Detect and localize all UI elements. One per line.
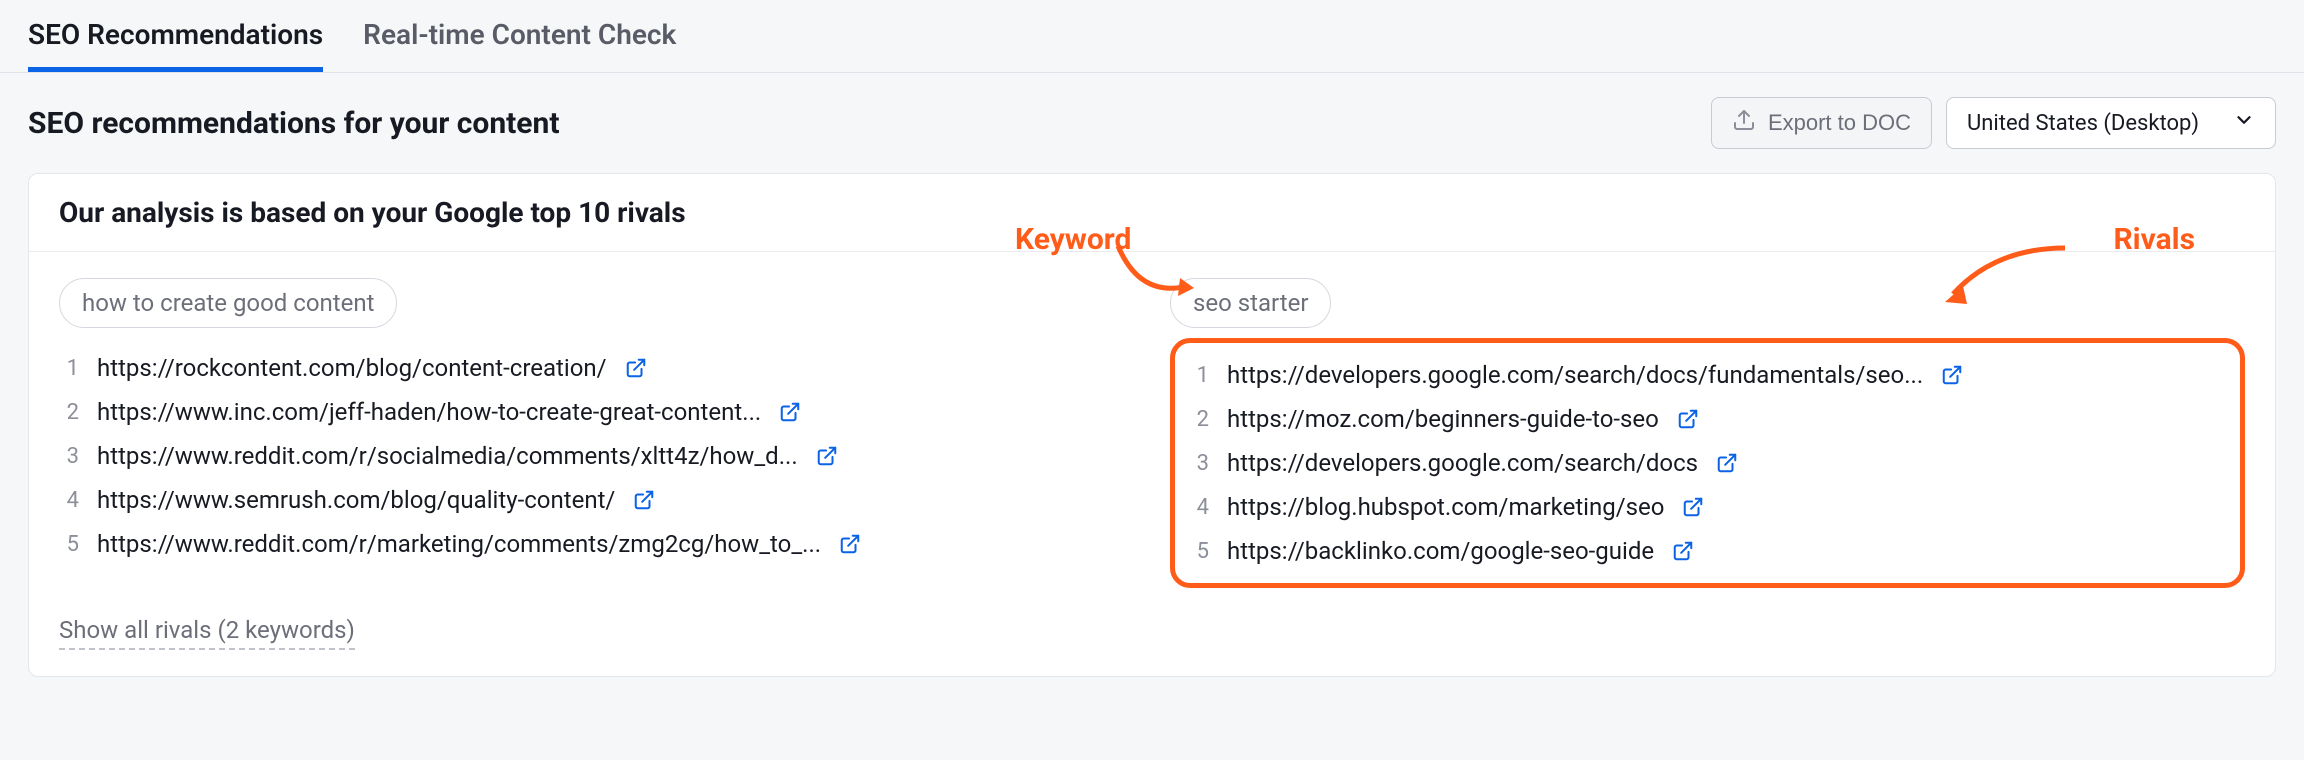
- show-all-rivals-link[interactable]: Show all rivals (2 keywords): [59, 616, 355, 650]
- list-number: 2: [59, 400, 79, 425]
- list-item: 3 https://developers.google.com/search/d…: [1189, 441, 2226, 485]
- analysis-card: Our analysis is based on your Google top…: [28, 173, 2276, 677]
- page-title: SEO recommendations for your content: [28, 106, 559, 141]
- list-number: 4: [59, 488, 79, 513]
- external-link-icon[interactable]: [625, 357, 647, 379]
- external-link-icon[interactable]: [1716, 452, 1738, 474]
- rivals-highlight-box: 1 https://developers.google.com/search/d…: [1170, 338, 2245, 588]
- list-number: 5: [1189, 539, 1209, 564]
- tab-seo-recommendations[interactable]: SEO Recommendations: [28, 18, 323, 72]
- rival-url: https://www.semrush.com/blog/quality-con…: [97, 486, 615, 514]
- tab-realtime-content-check[interactable]: Real-time Content Check: [363, 18, 676, 72]
- rival-url: https://backlinko.com/google-seo-guide: [1227, 537, 1654, 565]
- list-number: 1: [1189, 363, 1209, 388]
- list-number: 1: [59, 356, 79, 381]
- upload-icon: [1732, 108, 1756, 138]
- list-number: 4: [1189, 495, 1209, 520]
- external-link-icon[interactable]: [1677, 408, 1699, 430]
- tab-bar: SEO Recommendations Real-time Content Ch…: [0, 0, 2304, 73]
- list-number: 5: [59, 532, 79, 557]
- rival-url: https://moz.com/beginners-guide-to-seo: [1227, 405, 1659, 433]
- export-button[interactable]: Export to DOC: [1711, 97, 1932, 149]
- list-item: 3 https://www.reddit.com/r/socialmedia/c…: [59, 434, 1134, 478]
- rival-url: https://developers.google.com/search/doc…: [1227, 449, 1698, 477]
- chevron-down-icon: [2233, 109, 2255, 137]
- external-link-icon[interactable]: [816, 445, 838, 467]
- external-link-icon[interactable]: [1682, 496, 1704, 518]
- list-item: 1 https://developers.google.com/search/d…: [1189, 353, 2226, 397]
- list-number: 3: [59, 444, 79, 469]
- rival-url: https://blog.hubspot.com/marketing/seo: [1227, 493, 1664, 521]
- external-link-icon[interactable]: [779, 401, 801, 423]
- list-item: 2 https://www.inc.com/jeff-haden/how-to-…: [59, 390, 1134, 434]
- list-item: 4 https://www.semrush.com/blog/quality-c…: [59, 478, 1134, 522]
- rival-url: https://www.reddit.com/r/socialmedia/com…: [97, 442, 798, 470]
- card-header: Our analysis is based on your Google top…: [29, 174, 2275, 252]
- keyword-column-2: Keyword Rivals seo starter 1: [1170, 278, 2245, 588]
- rival-url: https://rockcontent.com/blog/content-cre…: [97, 354, 607, 382]
- rival-list-2: 1 https://developers.google.com/search/d…: [1189, 353, 2226, 573]
- list-item: 2 https://moz.com/beginners-guide-to-seo: [1189, 397, 2226, 441]
- keyword-column-1: how to create good content 1 https://roc…: [59, 278, 1134, 588]
- rival-url: https://www.inc.com/jeff-haden/how-to-cr…: [97, 398, 761, 426]
- list-item: 5 https://backlinko.com/google-seo-guide: [1189, 529, 2226, 573]
- rival-url: https://www.reddit.com/r/marketing/comme…: [97, 530, 821, 558]
- region-select-label: United States (Desktop): [1967, 111, 2199, 136]
- rival-url: https://developers.google.com/search/doc…: [1227, 361, 1923, 389]
- list-number: 3: [1189, 451, 1209, 476]
- list-number: 2: [1189, 407, 1209, 432]
- keyword-pill[interactable]: how to create good content: [59, 278, 397, 328]
- export-button-label: Export to DOC: [1768, 110, 1911, 136]
- keyword-pill[interactable]: seo starter: [1170, 278, 1331, 328]
- list-item: 1 https://rockcontent.com/blog/content-c…: [59, 346, 1134, 390]
- region-select[interactable]: United States (Desktop): [1946, 97, 2276, 149]
- external-link-icon[interactable]: [1941, 364, 1963, 386]
- list-item: 5 https://www.reddit.com/r/marketing/com…: [59, 522, 1134, 566]
- external-link-icon[interactable]: [633, 489, 655, 511]
- external-link-icon[interactable]: [839, 533, 861, 555]
- rival-list-1: 1 https://rockcontent.com/blog/content-c…: [59, 346, 1134, 566]
- external-link-icon[interactable]: [1672, 540, 1694, 562]
- list-item: 4 https://blog.hubspot.com/marketing/seo: [1189, 485, 2226, 529]
